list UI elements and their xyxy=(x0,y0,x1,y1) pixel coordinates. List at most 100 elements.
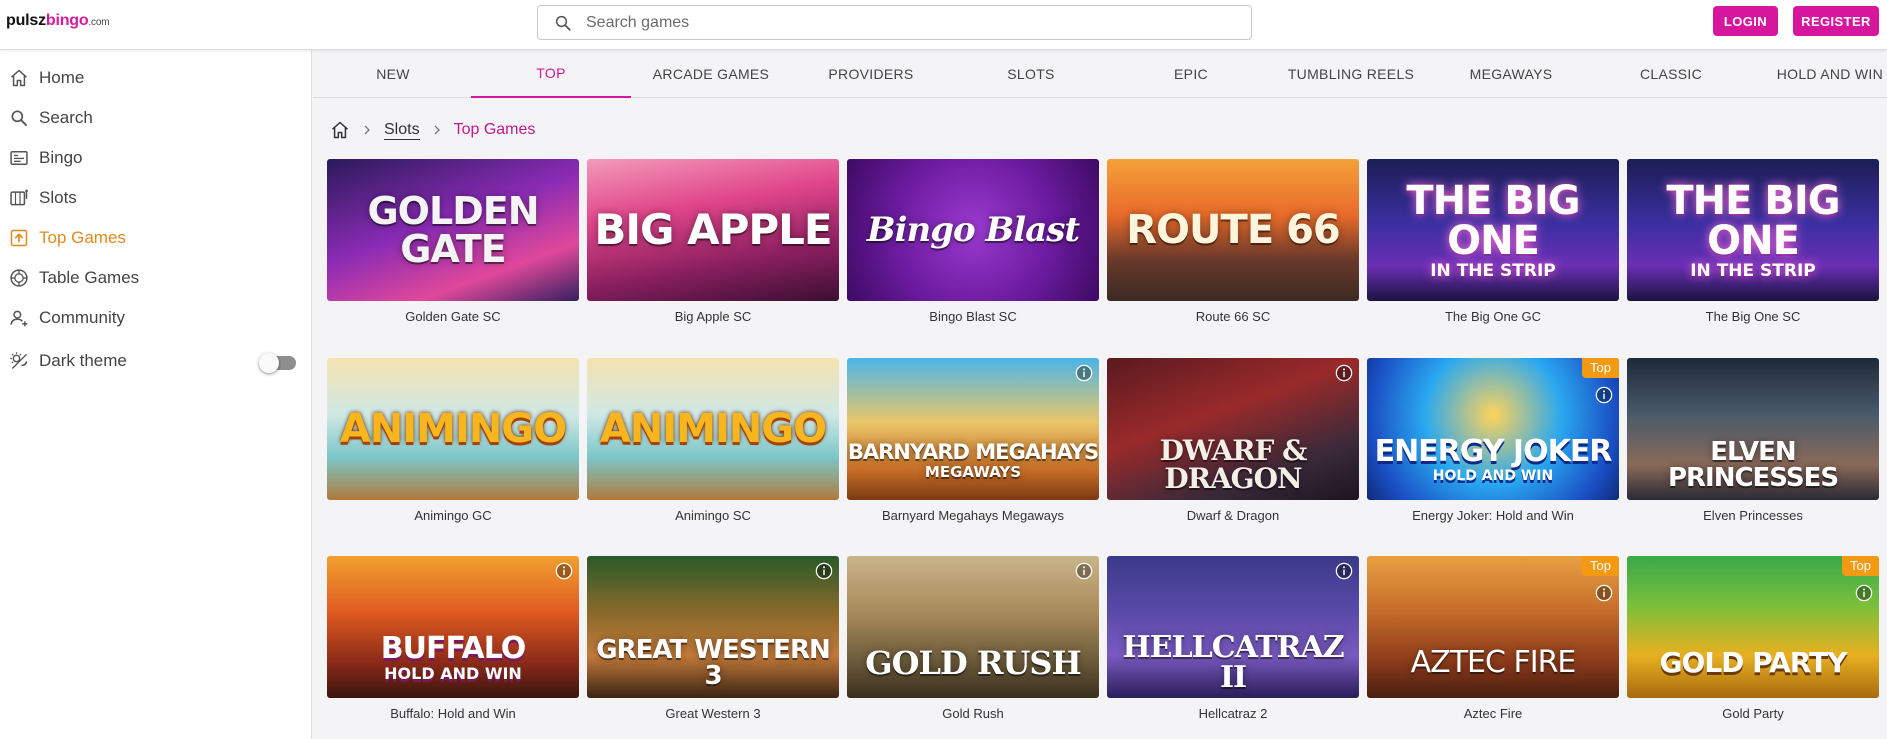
game-name[interactable]: Golden Gate SC xyxy=(327,309,579,324)
breadcrumb-slots[interactable]: Slots xyxy=(384,121,420,140)
game-tile[interactable]: GREAT WESTERN 3 Great Western 3 xyxy=(587,556,839,721)
info-icon[interactable] xyxy=(1075,562,1093,580)
game-name[interactable]: The Big One SC xyxy=(1627,309,1879,324)
sidebar-item-top-games[interactable]: Top Games xyxy=(0,220,312,256)
info-icon[interactable] xyxy=(1075,364,1093,382)
game-name[interactable]: Dwarf & Dragon xyxy=(1107,508,1359,523)
tab-slots[interactable]: SLOTS xyxy=(951,50,1111,98)
sidebar-item-slots[interactable]: Slots xyxy=(0,180,312,216)
game-art-sub: HOLD AND WIN xyxy=(1432,468,1554,484)
game-tile[interactable]: ANIMINGO Animingo GC xyxy=(327,358,579,523)
sidebar-item-dark-theme[interactable]: Dark theme xyxy=(0,343,312,379)
info-icon[interactable] xyxy=(1595,584,1613,602)
game-thumbnail[interactable]: BIG APPLE xyxy=(587,159,839,301)
game-thumbnail[interactable]: AZTEC FIRE Top xyxy=(1367,556,1619,698)
game-name[interactable]: Gold Rush xyxy=(847,706,1099,721)
game-tile[interactable]: BIG APPLE Big Apple SC xyxy=(587,159,839,324)
game-tile[interactable]: BARNYARD MEGAHAYS MEGAWAYS Barnyard Megah… xyxy=(847,358,1099,523)
dark-theme-toggle[interactable] xyxy=(259,353,296,373)
game-art-sub: IN THE STRIP xyxy=(1690,260,1816,281)
game-thumbnail[interactable]: DWARF & DRAGON xyxy=(1107,358,1359,500)
tab-classic[interactable]: CLASSIC xyxy=(1591,50,1751,98)
game-name[interactable]: Gold Party xyxy=(1627,706,1879,721)
chevron-right-icon xyxy=(364,125,370,135)
game-thumbnail[interactable]: GOLD RUSH xyxy=(847,556,1099,698)
game-tile[interactable]: GOLD PARTY Top Gold Party xyxy=(1627,556,1879,721)
top-badge: Top xyxy=(1582,556,1619,576)
game-tile[interactable]: AZTEC FIRE Top Aztec Fire xyxy=(1367,556,1619,721)
game-thumbnail[interactable]: ANIMINGO xyxy=(587,358,839,500)
game-art-title: BUFFALO HOLD AND WIN xyxy=(381,572,527,683)
game-name[interactable]: Buffalo: Hold and Win xyxy=(327,706,579,721)
login-button[interactable]: LOGIN xyxy=(1713,6,1778,36)
game-thumbnail[interactable]: GREAT WESTERN 3 xyxy=(587,556,839,698)
game-tile[interactable]: ELVEN PRINCESSES Elven Princesses xyxy=(1627,358,1879,523)
game-thumbnail[interactable]: THE BIG ONE IN THE STRIP xyxy=(1367,159,1619,301)
game-art-main: THE BIG ONE xyxy=(1406,177,1580,264)
home-icon[interactable] xyxy=(330,120,350,140)
game-tile[interactable]: GOLDEN GATE Golden Gate SC xyxy=(327,159,579,324)
game-thumbnail[interactable]: GOLD PARTY Top xyxy=(1627,556,1879,698)
game-name[interactable]: Bingo Blast SC xyxy=(847,309,1099,324)
tab-arcade-games[interactable]: ARCADE GAMES xyxy=(631,50,791,98)
sidebar-item-bingo[interactable]: Bingo xyxy=(0,140,312,176)
game-name[interactable]: Great Western 3 xyxy=(587,706,839,721)
info-icon[interactable] xyxy=(815,562,833,580)
game-art-title: DWARF & DRAGON xyxy=(1159,434,1308,495)
sidebar-item-label: Bingo xyxy=(39,148,83,167)
game-tile[interactable]: DWARF & DRAGON Dwarf & Dragon xyxy=(1107,358,1359,523)
dark-theme-label: Dark theme xyxy=(39,351,127,370)
game-tile[interactable]: Bingo Blast Bingo Blast SC xyxy=(847,159,1099,324)
game-name[interactable]: The Big One GC xyxy=(1367,309,1619,324)
tab-hold-and-win[interactable]: HOLD AND WIN xyxy=(1751,50,1885,98)
search-input[interactable] xyxy=(586,12,1226,34)
game-name[interactable]: Aztec Fire xyxy=(1367,706,1619,721)
game-tile[interactable]: ANIMINGO Animingo SC xyxy=(587,358,839,523)
sidebar-item-community[interactable]: Community xyxy=(0,300,312,336)
tab-epic[interactable]: EPIC xyxy=(1111,50,1271,98)
sidebar-item-search[interactable]: Search xyxy=(0,100,312,136)
info-icon[interactable] xyxy=(1335,562,1353,580)
game-name[interactable]: Barnyard Megahays Megaways xyxy=(847,508,1099,523)
info-icon[interactable] xyxy=(1335,364,1353,382)
game-name[interactable]: Animingo SC xyxy=(587,508,839,523)
game-tile[interactable]: THE BIG ONE IN THE STRIP The Big One GC xyxy=(1367,159,1619,324)
game-tile[interactable]: THE BIG ONE IN THE STRIP The Big One SC xyxy=(1627,159,1879,324)
info-icon[interactable] xyxy=(1855,584,1873,602)
game-thumbnail[interactable]: ROUTE 66 xyxy=(1107,159,1359,301)
game-name[interactable]: Energy Joker: Hold and Win xyxy=(1367,508,1619,523)
info-icon[interactable] xyxy=(1595,386,1613,404)
game-thumbnail[interactable]: HELLCATRAZ II xyxy=(1107,556,1359,698)
game-name[interactable]: Animingo GC xyxy=(327,508,579,523)
game-art-sub: HOLD AND WIN xyxy=(384,664,522,683)
tab-new[interactable]: NEW xyxy=(313,50,473,98)
game-thumbnail[interactable]: Bingo Blast xyxy=(847,159,1099,301)
game-tile[interactable]: GOLD RUSH Gold Rush xyxy=(847,556,1099,721)
site-logo[interactable]: pulszbingo.com xyxy=(6,12,110,30)
game-tile[interactable]: ROUTE 66 Route 66 SC xyxy=(1107,159,1359,324)
info-icon[interactable] xyxy=(555,562,573,580)
game-thumbnail[interactable]: BUFFALO HOLD AND WIN xyxy=(327,556,579,698)
game-name[interactable]: Hellcatraz 2 xyxy=(1107,706,1359,721)
tab-megaways[interactable]: MEGAWAYS xyxy=(1431,50,1591,98)
game-name[interactable]: Route 66 SC xyxy=(1107,309,1359,324)
search-box[interactable] xyxy=(537,5,1252,40)
game-thumbnail[interactable]: THE BIG ONE IN THE STRIP xyxy=(1627,159,1879,301)
sidebar-item-home[interactable]: Home xyxy=(0,60,312,96)
sidebar-item-label: Table Games xyxy=(39,268,140,287)
sidebar-item-table-games[interactable]: Table Games xyxy=(0,260,312,296)
game-name[interactable]: Elven Princesses xyxy=(1627,508,1879,523)
register-button[interactable]: REGISTER xyxy=(1793,6,1879,36)
game-tile[interactable]: HELLCATRAZ II Hellcatraz 2 xyxy=(1107,556,1359,721)
game-thumbnail[interactable]: ELVEN PRINCESSES xyxy=(1627,358,1879,500)
tab-providers[interactable]: PROVIDERS xyxy=(791,50,951,98)
game-thumbnail[interactable]: BARNYARD MEGAHAYS MEGAWAYS xyxy=(847,358,1099,500)
game-thumbnail[interactable]: ENERGY JOKER HOLD AND WIN Top xyxy=(1367,358,1619,500)
tab-tumbling-reels[interactable]: TUMBLING REELS xyxy=(1271,50,1431,98)
game-tile[interactable]: ENERGY JOKER HOLD AND WIN Top Energy Joke… xyxy=(1367,358,1619,523)
game-tile[interactable]: BUFFALO HOLD AND WIN Buffalo: Hold and Wi… xyxy=(327,556,579,721)
game-thumbnail[interactable]: GOLDEN GATE xyxy=(327,159,579,301)
game-thumbnail[interactable]: ANIMINGO xyxy=(327,358,579,500)
game-name[interactable]: Big Apple SC xyxy=(587,309,839,324)
tab-top[interactable]: TOP xyxy=(471,50,631,98)
